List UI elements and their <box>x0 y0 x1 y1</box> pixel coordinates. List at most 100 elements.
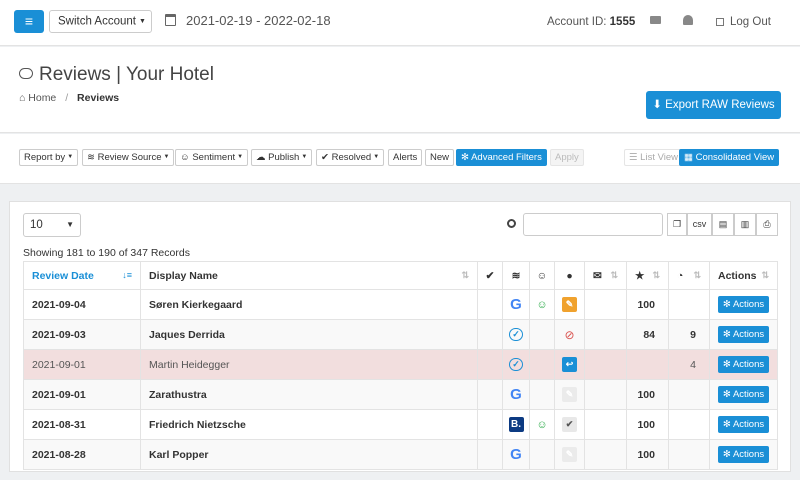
logout-link[interactable]: Log Out <box>716 16 771 28</box>
actions-button[interactable]: ✻ Actions <box>718 326 769 343</box>
alerts-button[interactable]: Alerts <box>388 149 423 166</box>
export-raw-reviews-button[interactable]: ⬇ Export RAW Reviews <box>646 91 781 119</box>
caret-down-icon: ▼ <box>163 154 170 160</box>
new-button[interactable]: New <box>425 149 455 166</box>
search-input[interactable] <box>523 213 663 236</box>
list-view-button[interactable]: ☰ List View <box>624 149 684 166</box>
apply-label: Apply <box>555 152 579 163</box>
actions-button[interactable]: ✻ Actions <box>718 356 769 373</box>
display-name-cell: Søren Kierkegaard <box>140 289 478 320</box>
menu-toggle-button[interactable]: ≡ <box>14 10 44 33</box>
consolidated-view-button[interactable]: ▦ Consolidated View <box>679 149 780 166</box>
page-title-text: Reviews | Your Hotel <box>39 64 214 85</box>
sort-icon: ⇅ <box>610 269 618 280</box>
gear-icon: ✻ <box>722 389 731 400</box>
col-sentiment[interactable]: ☺ <box>529 261 555 290</box>
apply-button[interactable]: Apply <box>550 149 584 166</box>
publish-dropdown[interactable]: ☁ Publish ▼ <box>251 149 313 166</box>
ban-icon[interactable]: ⊘ <box>564 328 574 342</box>
actions-button[interactable]: ✻ Actions <box>718 416 769 433</box>
report-by-dropdown[interactable]: Report by ▼ <box>19 149 79 166</box>
actions-button[interactable]: ✻ Actions <box>718 386 769 403</box>
actions-cell: ✻ Actions <box>709 349 778 380</box>
col-email[interactable]: ✉ ⇅ <box>584 261 627 290</box>
resolved-dropdown[interactable]: ✔ Resolved ▼ <box>316 149 385 166</box>
reply-icon[interactable]: ↩ <box>562 357 577 372</box>
score-cell: 100 <box>626 379 669 410</box>
sentiment-cell <box>529 439 555 470</box>
page-size-value: 10 <box>30 219 43 231</box>
col-display-name[interactable]: Display Name ⇅ <box>140 261 478 290</box>
google-icon: G <box>510 386 522 403</box>
cloud-check-icon: ✓ <box>509 328 523 341</box>
date-range-picker[interactable]: 2021-02-19 - 2022-02-18 <box>165 13 331 28</box>
table-row[interactable]: 2021-09-01 Zarathustra G ✎ 100 ✻ Actions <box>23 379 778 410</box>
col-display-name-label: Display Name <box>149 269 218 282</box>
calendar-icon <box>165 14 176 26</box>
list-view-label: List View <box>640 152 679 163</box>
caret-down-icon: ▼ <box>301 154 308 160</box>
table-row[interactable]: 2021-08-28 Karl Popper G ✎ 100 ✻ Actions <box>23 439 778 470</box>
edit-disabled-icon[interactable]: ✎ <box>562 387 577 402</box>
edit-reply-icon[interactable]: ✎ <box>562 297 577 312</box>
bell-icon[interactable] <box>683 15 693 25</box>
comment-icon: ● <box>566 269 573 282</box>
chevron-down-icon: ▼ <box>66 220 74 229</box>
smile-icon: ☺ <box>536 269 548 282</box>
email-cell <box>584 409 627 440</box>
edit-disabled-icon[interactable]: ✎ <box>562 447 577 462</box>
reply-cell[interactable]: ✔ <box>554 409 585 440</box>
envelope-icon[interactable] <box>650 16 661 24</box>
switch-account-dropdown[interactable]: Switch Account ▼ <box>49 10 152 33</box>
gear-icon: ✻ <box>722 299 731 310</box>
copy-button[interactable]: ❐ <box>667 213 687 236</box>
review-date-cell: 2021-09-01 <box>23 349 141 380</box>
top-bar: ≡ Switch Account ▼ 2021-02-19 - 2022-02-1… <box>0 0 800 46</box>
col-review-date[interactable]: Review Date ↓≡ <box>23 261 141 290</box>
cloud-check-icon: ✓ <box>509 358 523 371</box>
alerts-label: Alerts <box>393 152 418 163</box>
sentiment-dropdown[interactable]: ☺ Sentiment ▼ <box>175 149 249 166</box>
response-time-cell <box>668 289 710 320</box>
account-id-label: Account ID: <box>547 16 607 28</box>
excel-button[interactable]: ▤ <box>712 213 734 236</box>
actions-button[interactable]: ✻ Actions <box>718 446 769 463</box>
reply-cell[interactable]: ✎ <box>554 289 585 320</box>
csv-button[interactable]: csv <box>687 213 712 236</box>
col-actions[interactable]: Actions ⇅ <box>709 261 778 290</box>
export-button-label: Export RAW Reviews <box>665 99 775 111</box>
reply-cell[interactable]: ✎ <box>554 439 585 470</box>
page-title: Reviews | Your Hotel <box>19 64 214 86</box>
breadcrumb-home[interactable]: Home <box>28 92 56 104</box>
response-time-cell: 4 <box>668 349 710 380</box>
table-row[interactable]: 2021-09-04 Søren Kierkegaard G ☺ ✎ 100 ✻ Actio… <box>23 289 778 320</box>
score-cell: 100 <box>626 439 669 470</box>
table-row[interactable]: 2021-08-31 Friedrich Nietzsche B. ☺ ✔ 100 ✻ Ac… <box>23 409 778 440</box>
page-size-select[interactable]: 10 ▼ <box>23 213 81 237</box>
envelope-icon: ✉ <box>593 269 602 282</box>
col-reply[interactable]: ● <box>554 261 585 290</box>
date-range-text: 2021-02-19 - 2022-02-18 <box>186 13 331 28</box>
reply-cell[interactable]: ↩ <box>554 349 585 380</box>
col-score[interactable]: ★ ⇅ <box>626 261 669 290</box>
email-cell <box>584 349 627 380</box>
col-source[interactable]: ≋ <box>502 261 530 290</box>
sentiment-cell: ☺ <box>529 289 555 320</box>
actions-button[interactable]: ✻ Actions <box>718 296 769 313</box>
col-response-time[interactable]: ◔ ⇅ <box>668 261 710 290</box>
pdf-button[interactable]: ▥ <box>734 213 756 236</box>
advanced-filters-button[interactable]: ✻ Advanced Filters <box>456 149 547 166</box>
review-source-dropdown[interactable]: ≋ Review Source ▼ <box>82 149 175 166</box>
table-row[interactable]: 2021-09-03 Jaques Derrida ✓ ⊘ 84 9 ✻ Actions <box>23 319 778 350</box>
review-date-cell: 2021-08-31 <box>23 409 141 440</box>
reply-cell[interactable]: ⊘ <box>554 319 585 350</box>
col-review-date-label: Review Date <box>32 269 94 282</box>
col-resolved[interactable]: ✔ <box>477 261 503 290</box>
check-icon[interactable]: ✔ <box>562 417 577 432</box>
resolved-cell <box>477 439 503 470</box>
reply-cell[interactable]: ✎ <box>554 379 585 410</box>
score-cell: 100 <box>626 409 669 440</box>
print-button[interactable]: ⎙ <box>756 213 778 236</box>
actions-button-label: Actions <box>732 449 765 460</box>
table-row[interactable]: 2021-09-01 Martin Heidegger ✓ ↩ 4 ✻ Actions <box>23 349 778 380</box>
